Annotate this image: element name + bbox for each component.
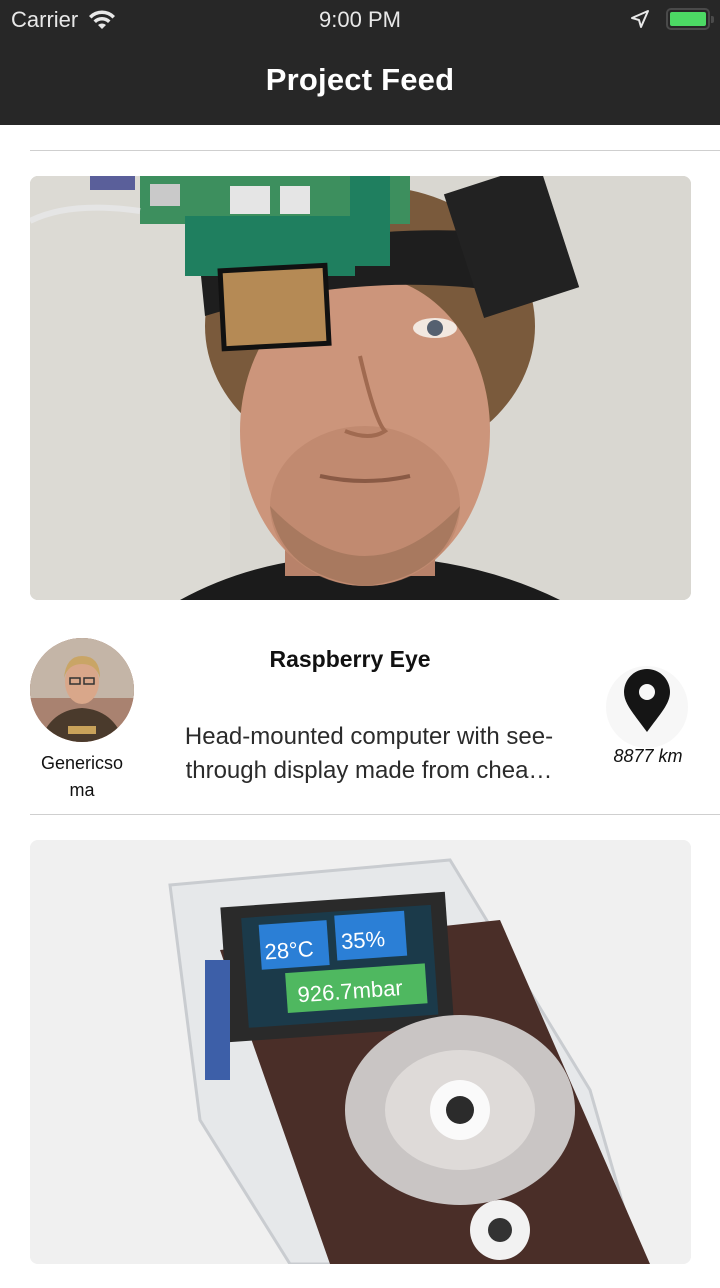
status-bar: Carrier 9:00 PM	[0, 0, 720, 40]
project-title[interactable]: Raspberry Eye	[230, 646, 470, 673]
status-icons	[630, 8, 714, 30]
author-name-line: Genericso	[40, 753, 124, 773]
location-button[interactable]	[606, 666, 688, 748]
map-pin-icon	[624, 669, 670, 732]
author-name-line: ma	[69, 780, 95, 800]
location-arrow-icon	[631, 10, 649, 28]
status-time: 9:00 PM	[319, 7, 401, 32]
project-image[interactable]	[30, 176, 691, 600]
top-bar: Carrier 9:00 PM Project Feed	[0, 0, 720, 125]
author-name[interactable]: Genericso ma	[26, 750, 138, 804]
divider	[30, 150, 720, 151]
divider	[30, 814, 720, 815]
project-photo: 28°C 35% 926.7mbar	[30, 840, 691, 1264]
project-description: Head-mounted computer with see-through d…	[184, 723, 554, 784]
battery-icon	[666, 8, 714, 30]
distance-label: 8877 km	[613, 746, 683, 766]
avatar[interactable]	[30, 638, 134, 742]
project-image[interactable]: 28°C 35% 926.7mbar	[30, 840, 691, 1264]
humidity-readout: 35%	[340, 926, 386, 954]
page-title: Project Feed	[265, 62, 455, 97]
feed-item[interactable]: Genericso ma Raspberry Eye Head-mounted …	[0, 600, 720, 814]
project-photo	[30, 176, 691, 600]
temp-readout: 28°C	[264, 936, 315, 964]
avatar-photo	[30, 638, 134, 742]
